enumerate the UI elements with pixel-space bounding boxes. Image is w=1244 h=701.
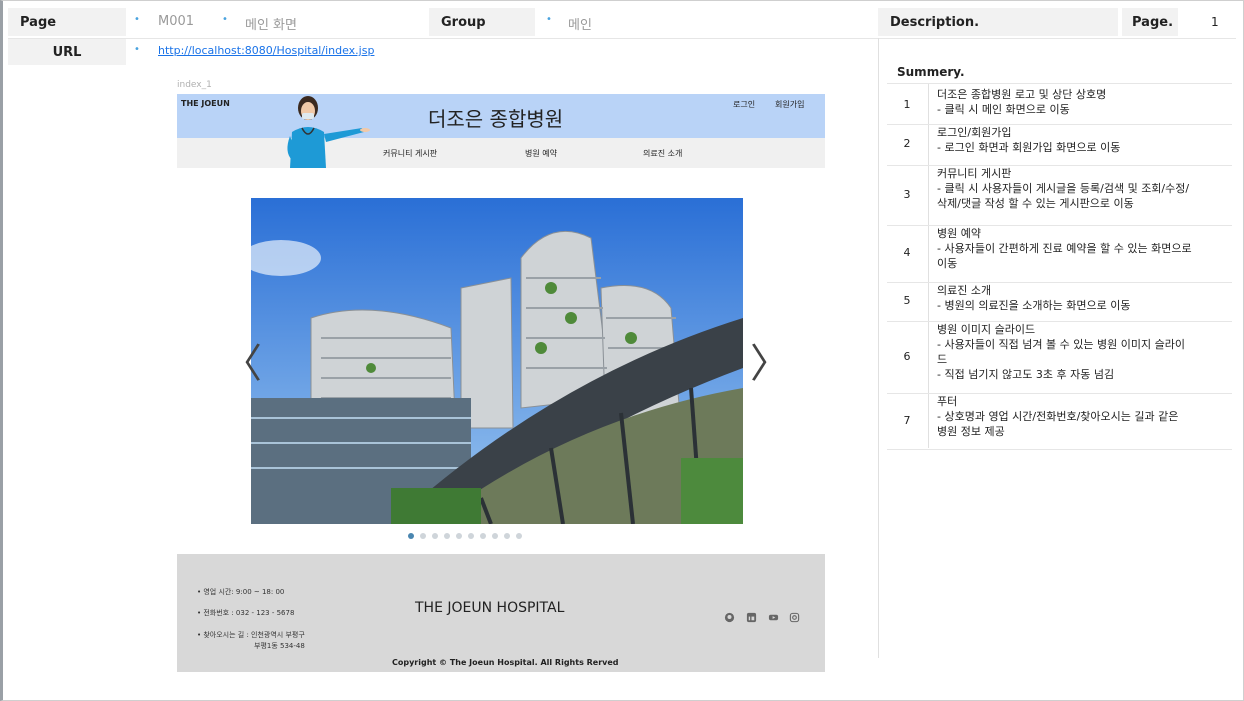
summary-row-detail: - 사용자들이 직접 넘겨 볼 수 있는 병원 이미지 슬라이 <box>937 338 1185 351</box>
slide-indicator-dot[interactable] <box>456 533 462 539</box>
summary-row-number: 3 <box>903 187 911 201</box>
summary-row-heading: 더조은 종합병원 로고 및 상단 상호명 <box>937 88 1107 101</box>
summary-row-detail: - 직접 넘기지 않고도 3초 후 자동 넘김 <box>937 368 1115 381</box>
summary-row-number: 5 <box>903 294 911 307</box>
summary-row-heading: 커뮤니티 게시판 <box>937 167 1012 180</box>
summary-row-text: 로그인/회원가입 - 로그인 화면과 회원가입 화면으로 이동 <box>937 125 1232 155</box>
slide-next-button[interactable]: 〉 <box>750 344 790 384</box>
page-url-link[interactable]: http://localhost:8080/Hospital/index.jsp <box>158 44 374 57</box>
summary-row-heading: 로그인/회원가입 <box>937 126 1012 139</box>
footer-address: • 찾아오시는 길 : 인천광역시 부평구 <box>197 631 305 639</box>
summary-row-heading: 병원 예약 <box>937 227 981 240</box>
summary-title: Summery. <box>897 65 965 79</box>
footer-address-line2: 부평1동 534-48 <box>254 642 305 650</box>
description-label: Description. <box>878 8 1118 36</box>
site-name[interactable]: 더조은 종합병원 <box>428 103 563 132</box>
footer-hours: • 영업 시간: 9:00 ~ 18: 00 <box>197 588 285 596</box>
summary-row-number: 4 <box>903 246 911 259</box>
summary-row-detail: 삭제/댓글 작성 할 수 있는 게시판으로 이동 <box>937 197 1134 210</box>
page-label: Page <box>8 8 126 36</box>
slide-indicator-dot[interactable] <box>480 533 486 539</box>
page-number: 1 <box>1211 15 1219 29</box>
url-label: URL <box>8 39 126 65</box>
panel-divider <box>878 38 879 658</box>
summary-row-heading: 병원 이미지 슬라이드 <box>937 323 1036 336</box>
summary-row-number: 2 <box>903 137 911 150</box>
hospital-slide-image <box>251 198 743 524</box>
doctor-image <box>287 96 370 168</box>
summary-row-number: 6 <box>903 349 911 363</box>
login-link[interactable]: 로그인 <box>733 99 755 110</box>
instagram-icon[interactable] <box>788 611 800 623</box>
summary-row-text: 푸터 - 상호명과 영업 시간/전화번호/찾아오시는 길과 같은 병원 정보 제공 <box>937 394 1232 439</box>
github-icon[interactable] <box>723 611 735 623</box>
summary-row-text: 의료진 소개 - 병원의 의료진을 소개하는 화면으로 이동 <box>937 283 1232 313</box>
slide-indicator-dot[interactable] <box>408 533 414 539</box>
summary-row-detail: - 클릭 시 메인 화면으로 이동 <box>937 103 1070 116</box>
youtube-icon[interactable] <box>767 611 779 623</box>
summary-row-detail: - 사용자들이 간편하게 진료 예약을 할 수 있는 화면으로 <box>937 242 1192 255</box>
footer-title: THE JOEUN HOSPITAL <box>415 600 565 616</box>
slide-indicator-dot[interactable] <box>420 533 426 539</box>
slide-indicator-dot[interactable] <box>516 533 522 539</box>
bullet: • <box>222 14 228 25</box>
linkedin-icon[interactable] <box>745 611 757 623</box>
summary-row-heading: 의료진 소개 <box>937 284 992 297</box>
summary-row-text: 병원 이미지 슬라이드 - 사용자들이 직접 넘겨 볼 수 있는 병원 이미지 슬… <box>937 322 1232 382</box>
divider <box>8 38 1236 39</box>
screen-caption: index_1 <box>177 80 212 90</box>
summary-row-detail: - 상호명과 영업 시간/전화번호/찾아오시는 길과 같은 <box>937 410 1179 423</box>
bullet: • <box>546 14 552 25</box>
summary-row-detail: 이동 <box>937 257 958 270</box>
slide-indicator-dot[interactable] <box>492 533 498 539</box>
signup-link[interactable]: 회원가입 <box>775 99 804 110</box>
group-label: Group <box>429 8 535 36</box>
summary-row-number: 1 <box>903 97 911 111</box>
slide-prev-button[interactable]: 〈 <box>222 344 262 384</box>
summary-row-detail: - 클릭 시 사용자들이 게시글을 등록/검색 및 조회/수정/ <box>937 182 1190 195</box>
summary-row-detail: - 병원의 의료진을 소개하는 화면으로 이동 <box>937 299 1131 312</box>
slide-indicator-dot[interactable] <box>432 533 438 539</box>
page-number-label: Page. <box>1122 8 1178 36</box>
summary-row-number: 7 <box>903 413 911 427</box>
brand-logo[interactable]: THE JOEUN <box>181 99 230 108</box>
slide-indicator-dot[interactable] <box>468 533 474 539</box>
bullet: • <box>134 14 140 25</box>
slide-indicator-dot[interactable] <box>504 533 510 539</box>
summary-row-detail: 병원 정보 제공 <box>937 425 1005 438</box>
summary-row-text: 병원 예약 - 사용자들이 간편하게 진료 예약을 할 수 있는 화면으로이동 <box>937 226 1232 271</box>
nav-doctors[interactable]: 의료진 소개 <box>643 148 682 159</box>
group-name: 메인 <box>568 18 592 33</box>
slide-indicator-dot[interactable] <box>444 533 450 539</box>
footer-phone: • 전화번호 : 032 - 123 - 5678 <box>197 609 295 617</box>
page-id: M001 <box>158 14 195 29</box>
nav-community[interactable]: 커뮤니티 게시판 <box>383 148 437 159</box>
nav-reservation[interactable]: 병원 예약 <box>525 148 557 159</box>
bullet: • <box>134 44 140 55</box>
summary-top-divider <box>887 83 1232 84</box>
summary-row-divider <box>887 449 1232 450</box>
page-name: 메인 화면 <box>245 18 297 33</box>
summary-row-detail: 드 <box>937 353 948 366</box>
summary-row-detail: - 로그인 화면과 회원가입 화면으로 이동 <box>937 141 1121 154</box>
summary-row-text: 커뮤니티 게시판 - 클릭 시 사용자들이 게시글을 등록/검색 및 조회/수정/… <box>937 166 1232 211</box>
slide-indicators <box>408 533 522 539</box>
footer-copyright: Copyright © The Joeun Hospital. All Righ… <box>392 658 619 667</box>
summary-row-heading: 푸터 <box>937 395 958 408</box>
summary-row-text: 더조은 종합병원 로고 및 상단 상호명 - 클릭 시 메인 화면으로 이동 <box>937 87 1232 117</box>
